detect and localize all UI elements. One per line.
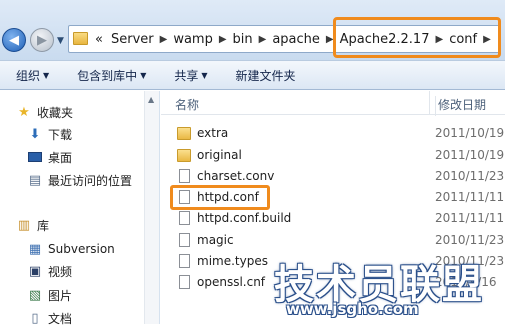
dropdown-arrow-icon: ▼: [43, 70, 50, 80]
sidebar-item-downloads[interactable]: ⬇ 下载: [27, 124, 72, 144]
file-name: extra: [197, 126, 229, 140]
file-icon: [179, 169, 190, 183]
column-name-header[interactable]: 名称: [175, 96, 199, 113]
share-label: 共享: [174, 68, 199, 83]
chevron-right-icon[interactable]: ▶: [158, 34, 170, 45]
watermark-url: www.jsgho.com: [286, 300, 419, 318]
new-folder-button[interactable]: 新建文件夹: [220, 60, 308, 90]
breadcrumb-wamp[interactable]: wamp: [169, 32, 217, 47]
column-divider[interactable]: [429, 91, 430, 115]
file-date: 2011/10/19: [435, 148, 505, 162]
scroll-up-icon[interactable]: ▲: [148, 95, 154, 104]
sidebar-item-label: 桌面: [48, 150, 73, 165]
breadcrumb-apache[interactable]: apache: [268, 32, 324, 47]
sidebar-item-library[interactable]: ▥ 库: [16, 215, 49, 235]
file-date: 2011/11/11: [435, 190, 505, 204]
desktop-icon: [27, 150, 43, 164]
history-dropdown-icon[interactable]: ▼: [57, 36, 64, 46]
sidebar-item-subversion[interactable]: ▦ Subversion: [27, 239, 115, 259]
sidebar-item-label: 视频: [48, 264, 73, 279]
organize-button[interactable]: 组织 ▼: [0, 60, 61, 90]
vertical-scrollbar[interactable]: ▲: [144, 91, 159, 324]
address-area: ◀ ▶ ▼ « Server ▶ wamp ▶ bin ▶ apache ▶ A…: [0, 0, 505, 60]
file-row[interactable]: charset.conv 2010/11/23: [161, 166, 505, 187]
sidebar-item-documents[interactable]: ▯ 文档: [27, 308, 72, 328]
file-icon: [179, 254, 190, 268]
dropdown-arrow-icon: ▼: [201, 70, 208, 80]
library-folder-icon: ▦: [28, 241, 42, 257]
httpd-conf-highlight-box: [170, 185, 270, 210]
breadcrumb-overflow[interactable]: «: [91, 32, 107, 47]
file-row[interactable]: httpd.conf.build 2011/11/11: [161, 208, 505, 229]
file-row[interactable]: original 2011/10/19: [161, 145, 505, 166]
file-row[interactable]: magic 2010/11/23: [161, 230, 505, 251]
library-icon: ▥: [17, 217, 31, 233]
file-date: 2011/11/11: [435, 211, 505, 225]
share-button[interactable]: 共享 ▼: [158, 60, 219, 90]
file-name: magic: [197, 233, 234, 247]
file-name: charset.conv: [197, 169, 275, 183]
file-date: 2010/11/23: [435, 233, 505, 247]
address-highlight-box: [333, 17, 501, 58]
star-icon: ★: [18, 104, 30, 120]
folder-icon: [73, 32, 88, 45]
column-header: 名称 修改日期: [161, 91, 505, 116]
document-icon: ▯: [31, 310, 39, 326]
file-row[interactable]: extra 2011/10/19: [161, 123, 505, 144]
file-name: mime.types: [197, 254, 268, 268]
picture-icon: ▧: [28, 287, 42, 303]
organize-label: 组织: [16, 68, 41, 83]
file-date: 2011/10/19: [435, 126, 505, 140]
sidebar-item-favorites[interactable]: ★ 收藏夹: [16, 102, 73, 122]
breadcrumb-server[interactable]: Server: [107, 32, 158, 47]
file-name: original: [197, 148, 242, 162]
dropdown-arrow-icon: ▼: [140, 70, 147, 80]
command-toolbar: 组织 ▼ 包含到库中 ▼ 共享 ▼ 新建文件夹: [0, 60, 505, 90]
file-name: openssl.cnf: [197, 275, 266, 289]
back-button[interactable]: ◀: [2, 28, 26, 52]
video-icon: ▣: [28, 263, 42, 279]
chevron-right-icon[interactable]: ▶: [257, 34, 269, 45]
sidebar-item-label: Subversion: [48, 242, 115, 256]
download-icon: ⬇: [29, 126, 41, 142]
column-date-header[interactable]: 修改日期: [435, 96, 486, 116]
include-library-label: 包含到库中: [77, 68, 138, 83]
file-icon: [179, 275, 190, 289]
chevron-right-icon[interactable]: ▶: [217, 34, 229, 45]
sidebar-item-label: 收藏夹: [37, 105, 74, 120]
folder-icon: [177, 149, 191, 162]
file-name: httpd.conf.build: [197, 211, 292, 225]
sidebar-item-label: 最近访问的位置: [48, 173, 133, 188]
folder-icon: [177, 127, 191, 140]
sidebar-item-label: 下载: [48, 127, 73, 142]
navigation-pane: ★ 收藏夹 ⬇ 下载 桌面 ▤ 最近访问的位置 ▥ 库 ▦ Subversion…: [0, 91, 160, 326]
breadcrumb-bin[interactable]: bin: [229, 32, 257, 47]
recent-places-icon: ▤: [28, 172, 42, 188]
sidebar-item-label: 图片: [48, 288, 73, 303]
sidebar-item-pictures[interactable]: ▧ 图片: [27, 285, 72, 305]
include-library-button[interactable]: 包含到库中 ▼: [61, 60, 158, 90]
file-date: 2010/11/23: [435, 169, 505, 183]
sidebar-item-label: 库: [37, 218, 50, 233]
file-icon: [179, 211, 190, 225]
sidebar-item-recent[interactable]: ▤ 最近访问的位置: [27, 170, 132, 190]
sidebar-item-videos[interactable]: ▣ 视频: [27, 261, 72, 281]
new-folder-label: 新建文件夹: [235, 68, 296, 83]
forward-button[interactable]: ▶: [30, 28, 54, 52]
file-icon: [179, 233, 190, 247]
sidebar-item-desktop[interactable]: 桌面: [27, 147, 72, 167]
